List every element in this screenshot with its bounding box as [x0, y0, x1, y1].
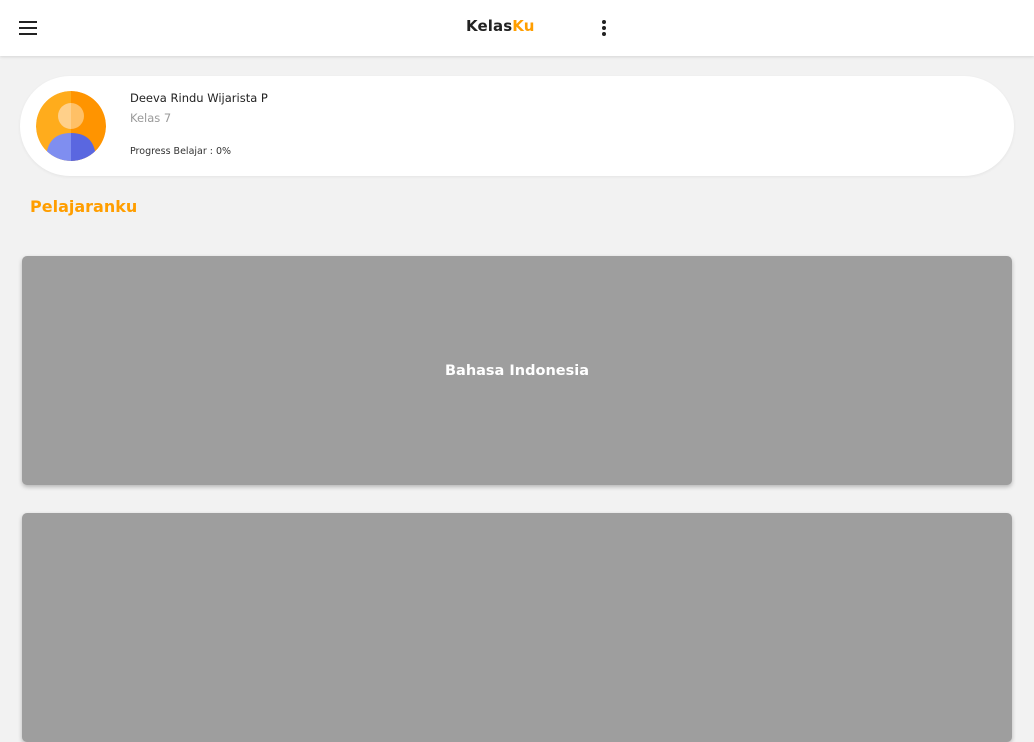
course-title: Bahasa Indonesia: [444, 362, 589, 379]
profile-class: Kelas 7: [130, 111, 172, 125]
app-title-part1: Kelas: [466, 17, 513, 35]
hamburger-menu-icon[interactable]: [12, 12, 44, 44]
course-card-bahasa-indonesia[interactable]: Bahasa Indonesia: [22, 256, 1012, 485]
app-bar: KelasKu: [0, 0, 1034, 56]
more-vertical-icon[interactable]: [590, 12, 618, 44]
app-title-part2: Ku: [512, 17, 535, 35]
app-title: KelasKu: [466, 17, 534, 35]
user-avatar-icon: [36, 91, 106, 161]
profile-name: Deeva Rindu Wijarista P: [130, 91, 268, 105]
section-title: Pelajaranku: [30, 197, 138, 216]
course-card[interactable]: [22, 513, 1012, 742]
progress-text: Progress Belajar : 0%: [130, 146, 232, 157]
profile-card: Deeva Rindu Wijarista P Kelas 7 Progress…: [20, 76, 1014, 176]
